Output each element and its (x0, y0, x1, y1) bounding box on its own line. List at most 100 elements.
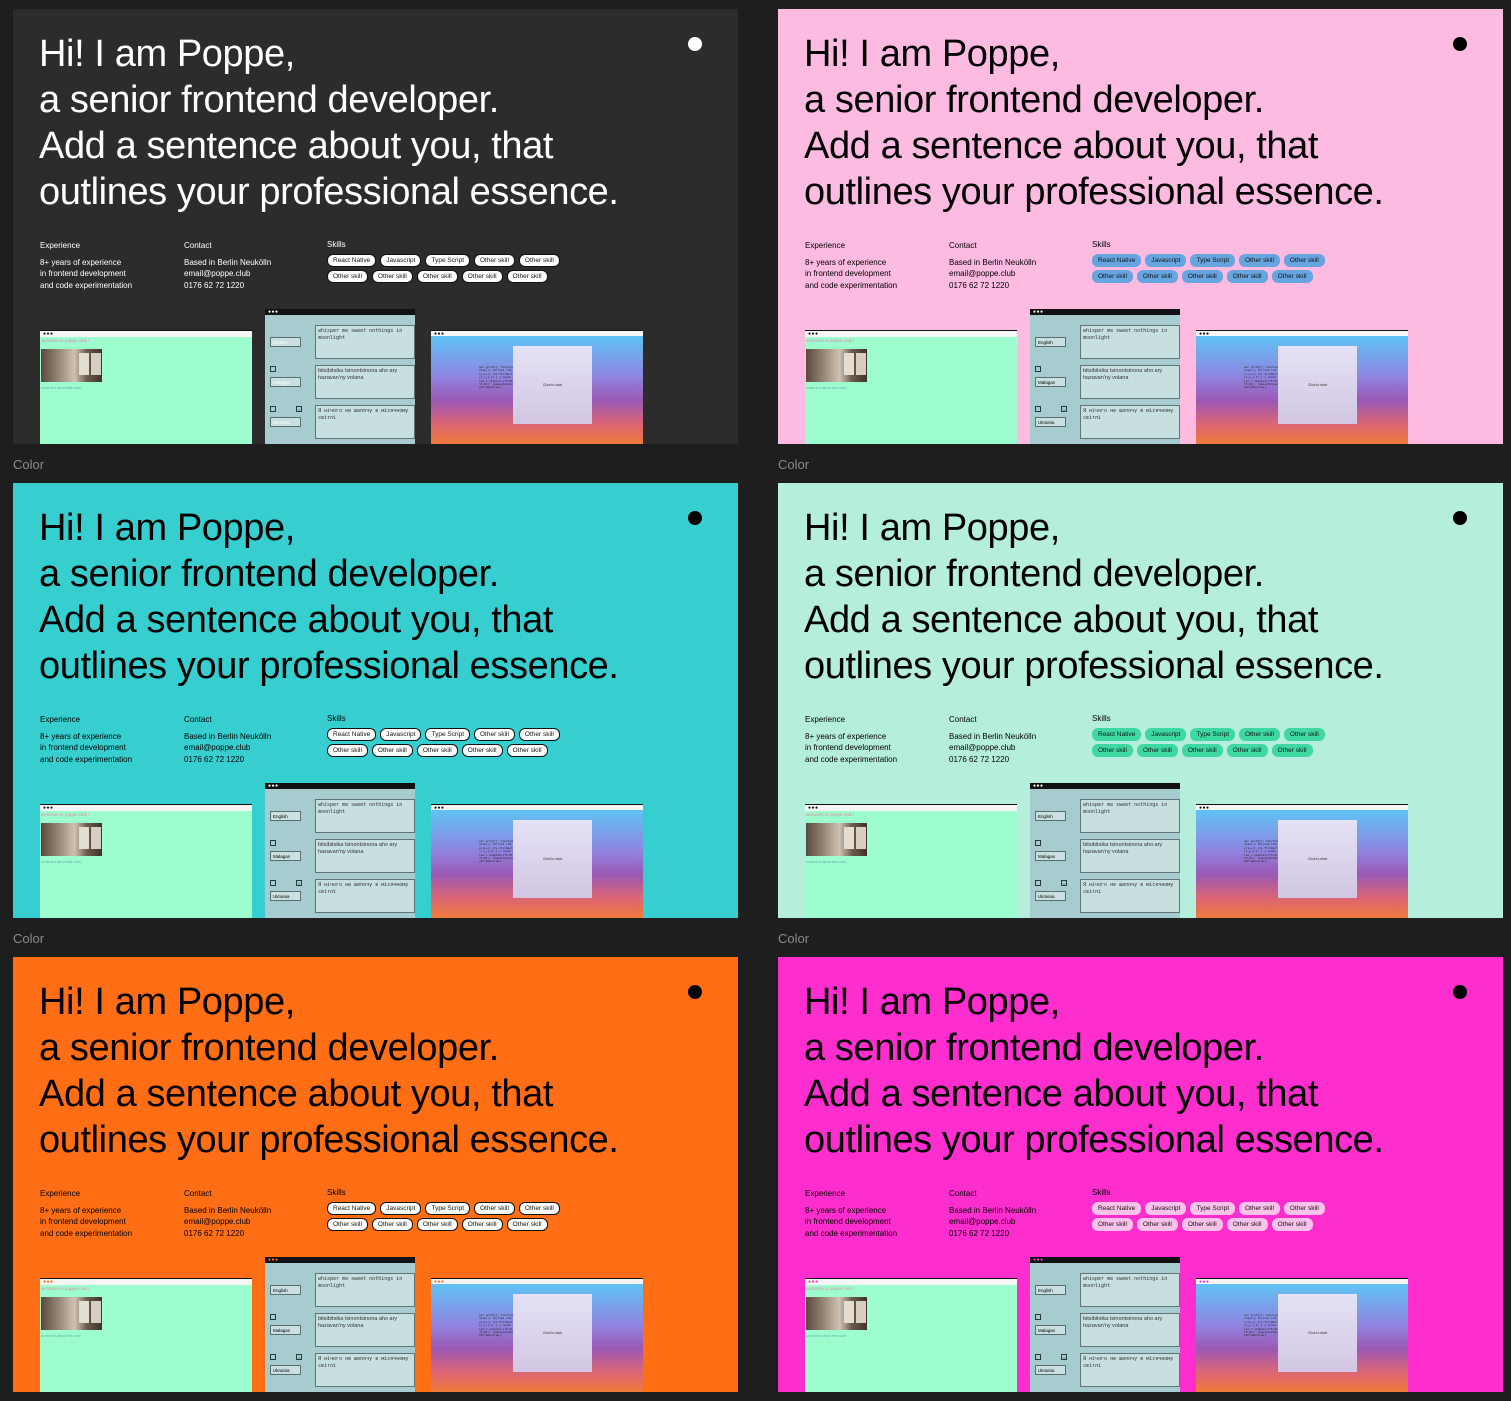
checkbox-icon[interactable] (1035, 1314, 1041, 1320)
checkbox-icon[interactable] (1035, 366, 1041, 372)
portfolio-frame[interactable]: Hi! I am Poppe, a senior frontend develo… (778, 483, 1503, 918)
checkbox-icon[interactable] (270, 406, 276, 412)
website-mockup-translator[interactable]: ●●● English Malagas Ukrainia × whisper m… (265, 1257, 415, 1392)
checkbox-icon[interactable] (1035, 880, 1041, 886)
language-select[interactable]: English (1035, 1285, 1066, 1295)
website-mockup-gradient[interactable]: ●●● var grid=[]; function draw(){ for(le… (1196, 330, 1408, 444)
menu-dot-icon[interactable] (688, 37, 702, 51)
website-mockup-translator[interactable]: ●●● English Malagas Ukrainia × whisper m… (265, 309, 415, 444)
website-mockup-welcome[interactable]: ●●● welcome to poppe.club ! some text ab… (40, 330, 252, 444)
website-mockup-welcome[interactable]: ●●● welcome to poppe.club ! some text ab… (805, 804, 1017, 918)
website-mockup-gradient[interactable]: ●●● var grid=[]; function draw(){ for(le… (431, 1278, 643, 1392)
portfolio-frame[interactable]: Hi! I am Poppe, a senior frontend develo… (13, 483, 738, 918)
checkbox-icon[interactable] (270, 366, 276, 372)
website-mockup-translator[interactable]: ●●● English Malagas Ukrainia × whisper m… (1030, 1257, 1180, 1392)
checkbox-icon[interactable] (1035, 406, 1041, 412)
contact-phone[interactable]: 0176 62 72 1220 (184, 1228, 271, 1240)
skill-chip: Other skill (327, 1218, 368, 1231)
language-select[interactable]: Ukrainia (1035, 417, 1066, 427)
start-card[interactable]: Click to start (1278, 1294, 1357, 1372)
language-select[interactable]: Ukrainia (270, 891, 301, 901)
skills-chips: React Native Javascript Type Script Other s… (1092, 728, 1332, 757)
portfolio-frame[interactable]: Hi! I am Poppe, a senior frontend develo… (13, 9, 738, 444)
portfolio-frame[interactable]: Hi! I am Poppe, a senior frontend develo… (778, 9, 1503, 444)
portfolio-frame[interactable]: Hi! I am Poppe, a senior frontend develo… (13, 957, 738, 1392)
code-snippet: var grid=[]; function draw(){ for(let i=… (479, 1314, 517, 1338)
language-select[interactable]: Malagas (270, 377, 301, 387)
checkbox-icon[interactable] (270, 1314, 276, 1320)
checkbox-icon[interactable] (270, 840, 276, 846)
checkbox-icon[interactable] (270, 880, 276, 886)
checkbox-icon[interactable] (1035, 840, 1041, 846)
language-select[interactable]: Ukrainia (1035, 891, 1066, 901)
skill-chip: Javascript (1145, 728, 1187, 741)
contact-email[interactable]: email@poppe.club (949, 268, 1036, 280)
language-select[interactable]: Malagas (1035, 1325, 1066, 1335)
close-icon[interactable]: × (296, 1354, 302, 1360)
menu-dot-icon[interactable] (1453, 511, 1467, 525)
hero-line: a senior frontend developer. (804, 79, 1264, 121)
language-select[interactable]: English (270, 1285, 301, 1295)
menu-dot-icon[interactable] (688, 985, 702, 999)
checkbox-icon[interactable] (1035, 1354, 1041, 1360)
website-mockup-welcome[interactable]: ●●● welcome to poppe.club ! some text ab… (40, 1278, 252, 1392)
start-card[interactable]: Click to start (1278, 820, 1357, 898)
website-mockup-translator[interactable]: ●●● English Malagas Ukrainia × whisper m… (1030, 783, 1180, 918)
language-select[interactable]: Ukrainia (1035, 1365, 1066, 1375)
contact-phone[interactable]: 0176 62 72 1220 (949, 280, 1036, 292)
language-select[interactable]: English (270, 337, 301, 347)
contact-email[interactable]: email@poppe.club (184, 742, 271, 754)
portfolio-frame[interactable]: Hi! I am Poppe, a senior frontend develo… (778, 957, 1503, 1392)
website-mockup-translator[interactable]: ●●● English Malagas Ukrainia × whisper m… (265, 783, 415, 918)
skill-chip: Javascript (380, 1202, 422, 1215)
menu-dot-icon[interactable] (1453, 37, 1467, 51)
language-select[interactable]: English (1035, 811, 1066, 821)
start-card[interactable]: Click to start (1278, 346, 1357, 424)
experience-text: and code experimentation (40, 1228, 133, 1238)
start-card[interactable]: Click to start (513, 820, 592, 898)
contact-email[interactable]: email@poppe.club (184, 1216, 271, 1228)
contact-phone[interactable]: 0176 62 72 1220 (184, 754, 271, 766)
language-select[interactable]: Malagas (1035, 377, 1066, 387)
website-mockup-gradient[interactable]: ●●● var grid=[]; function draw(){ for(le… (431, 330, 643, 444)
website-mockup-welcome[interactable]: ●●● welcome to poppe.club ! some text ab… (805, 1278, 1017, 1392)
window-dots-icon: ●●● (808, 1279, 819, 1285)
language-select[interactable]: Ukrainia (270, 417, 301, 427)
contact-email[interactable]: email@poppe.club (184, 268, 271, 280)
language-select[interactable]: English (1035, 337, 1066, 347)
close-icon[interactable]: × (296, 880, 302, 886)
start-card[interactable]: Click to start (513, 1294, 592, 1372)
skill-chip: Other skill (1283, 728, 1325, 741)
website-mockup-translator[interactable]: ●●● English Malagas Ukrainia × whisper m… (1030, 309, 1180, 444)
mockup-caption: some text about this room (806, 386, 847, 390)
close-icon[interactable]: × (1061, 880, 1067, 886)
contact-phone[interactable]: 0176 62 72 1220 (184, 280, 271, 292)
language-select[interactable]: Malagas (270, 851, 301, 861)
language-select[interactable]: Malagas (270, 1325, 301, 1335)
language-select[interactable]: Ukrainia (270, 1365, 301, 1375)
close-icon[interactable]: × (1061, 406, 1067, 412)
window-dots-icon: ●●● (43, 805, 54, 811)
close-icon[interactable]: × (1061, 1354, 1067, 1360)
website-mockup-welcome[interactable]: ●●● welcome to poppe.club ! some text ab… (805, 330, 1017, 444)
translation-text: whisper me sweet nothings in moonlight (1080, 325, 1180, 359)
close-icon[interactable]: × (296, 406, 302, 412)
contact-email[interactable]: email@poppe.club (949, 742, 1036, 754)
start-card[interactable]: Click to start (513, 346, 592, 424)
menu-dot-icon[interactable] (688, 511, 702, 525)
code-snippet: var grid=[]; function draw(){ for(let i=… (1244, 1314, 1282, 1338)
language-select[interactable]: Malagas (1035, 851, 1066, 861)
contact-phone[interactable]: 0176 62 72 1220 (949, 754, 1036, 766)
checkbox-icon[interactable] (270, 1354, 276, 1360)
skill-chip: Other skill (1239, 728, 1280, 741)
language-select[interactable]: English (270, 811, 301, 821)
website-mockup-gradient[interactable]: ●●● var grid=[]; function draw(){ for(le… (1196, 804, 1408, 918)
menu-dot-icon[interactable] (1453, 985, 1467, 999)
experience-text: in frontend development (40, 743, 126, 752)
website-mockup-gradient[interactable]: ●●● var grid=[]; function draw(){ for(le… (1196, 1278, 1408, 1392)
website-mockup-gradient[interactable]: ●●● var grid=[]; function draw(){ for(le… (431, 804, 643, 918)
website-mockup-welcome[interactable]: ●●● welcome to poppe.club ! some text ab… (40, 804, 252, 918)
contact-phone[interactable]: 0176 62 72 1220 (949, 1228, 1036, 1240)
contact-email[interactable]: email@poppe.club (949, 1216, 1036, 1228)
contact-heading: Contact (949, 241, 977, 250)
